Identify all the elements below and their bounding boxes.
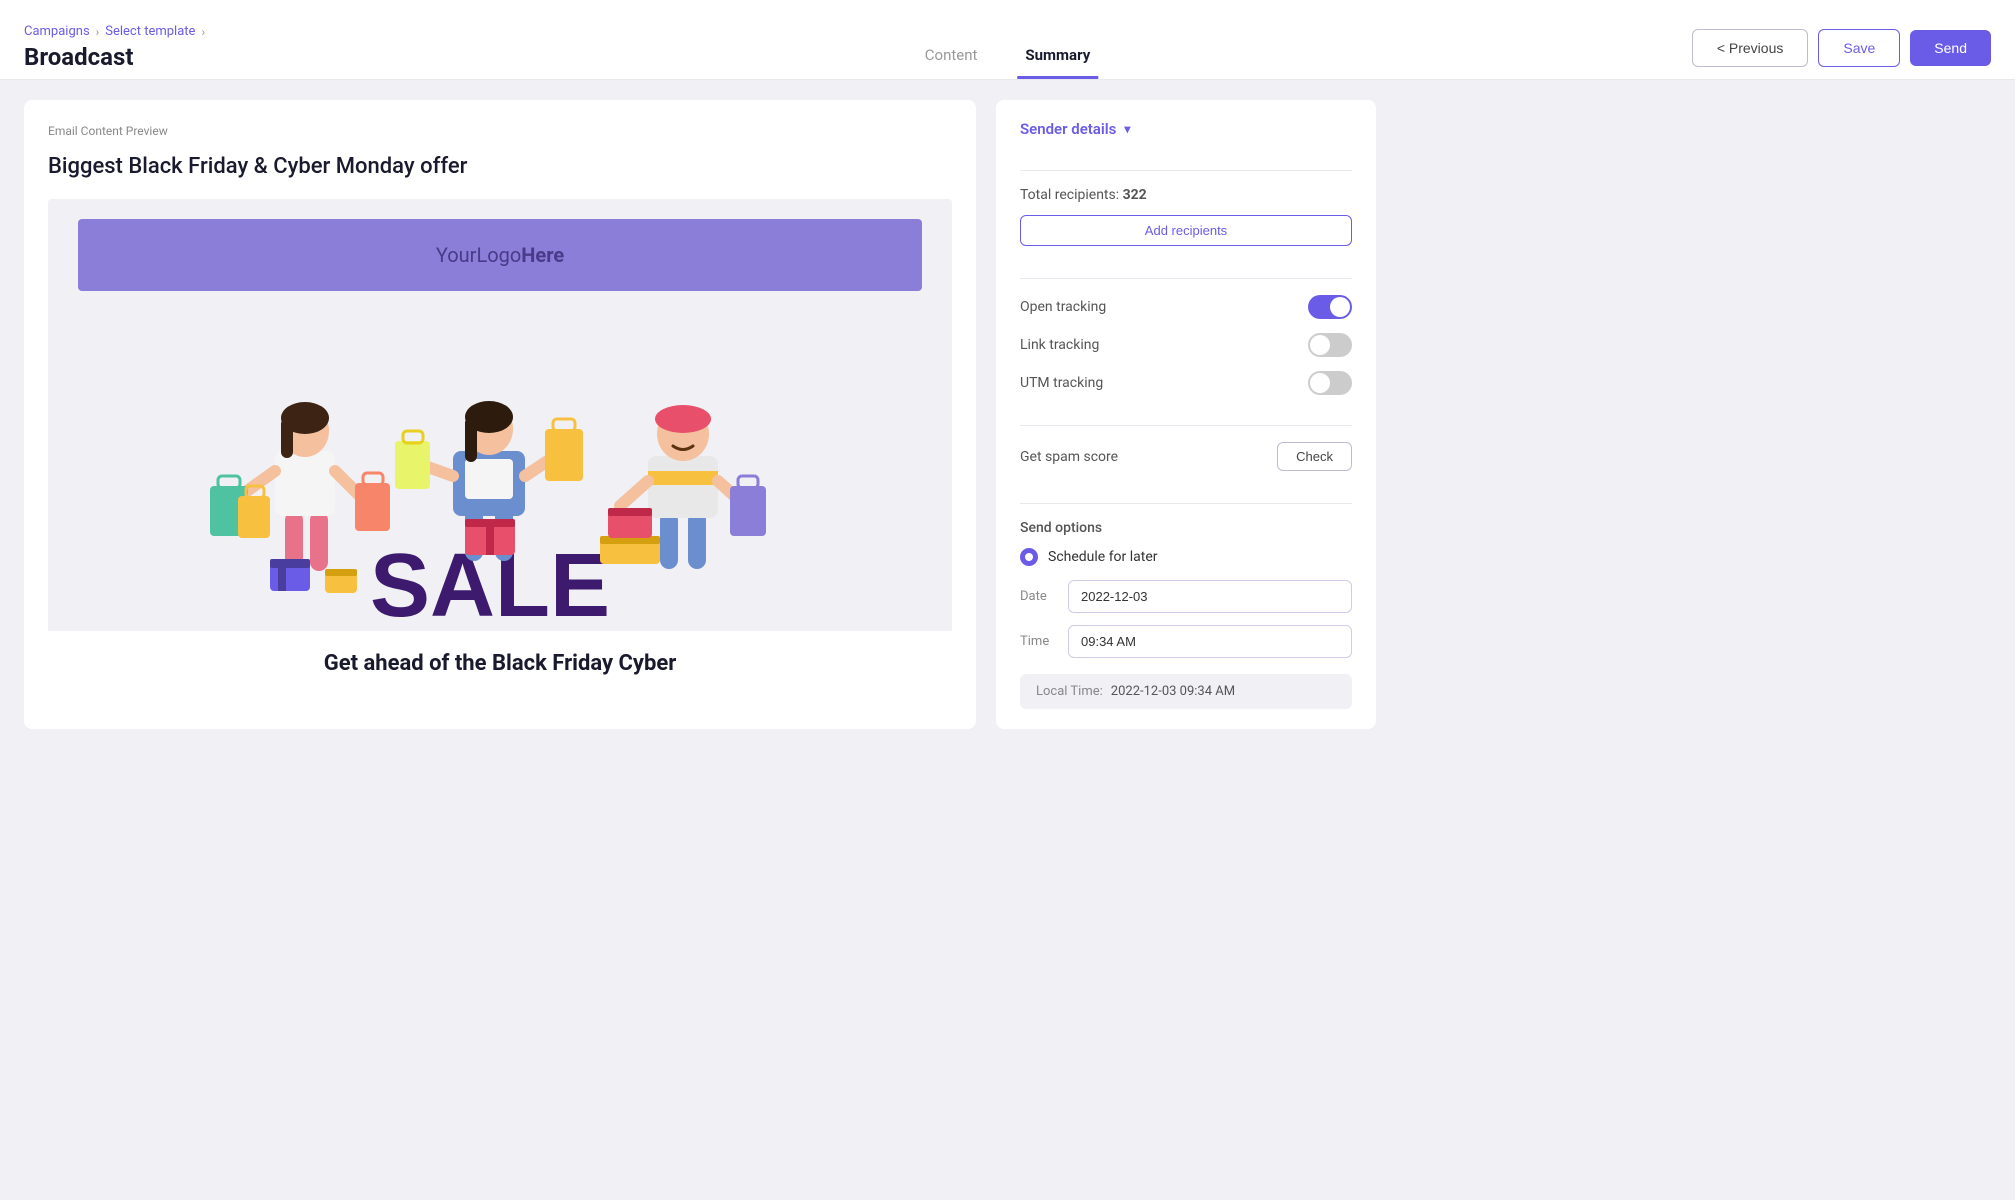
schedule-for-later-option[interactable]: Schedule for later: [1020, 548, 1352, 566]
logo-text: YourLogoHere: [436, 243, 564, 267]
logo-part1: YourLogo: [436, 243, 521, 267]
sender-details-label: Sender details: [1020, 120, 1116, 138]
logo-part2: Here: [521, 243, 564, 267]
header-actions: < Previous Save Send: [1692, 29, 1991, 79]
utm-tracking-toggle[interactable]: [1308, 371, 1352, 395]
figure-left: [210, 402, 390, 571]
breadcrumb-select-template[interactable]: Select template: [105, 24, 195, 39]
link-tracking-toggle[interactable]: [1308, 333, 1352, 357]
spam-score-row: Get spam score Check: [1020, 442, 1352, 471]
divider-2: [1020, 278, 1352, 279]
add-recipients-button[interactable]: Add recipients: [1020, 215, 1352, 246]
divider-1: [1020, 170, 1352, 171]
local-time-label: Local Time:: [1036, 684, 1103, 699]
breadcrumb-sep2: ›: [201, 25, 205, 39]
local-time-value: 2022-12-03 09:34 AM: [1111, 684, 1235, 699]
utm-tracking-row: UTM tracking: [1020, 371, 1352, 395]
open-tracking-label: Open tracking: [1020, 299, 1106, 315]
link-tracking-row: Link tracking: [1020, 333, 1352, 357]
tab-content[interactable]: Content: [917, 34, 986, 79]
toggle-thumb-link: [1310, 335, 1330, 355]
open-tracking-row: Open tracking: [1020, 295, 1352, 319]
recipients-row: Total recipients: 322: [1020, 187, 1352, 203]
header-left: Campaigns › Select template › Broadcast: [24, 24, 205, 79]
local-time-box: Local Time: 2022-12-03 09:34 AM: [1020, 674, 1352, 709]
tab-summary[interactable]: Summary: [1017, 34, 1098, 79]
divider-3: [1020, 425, 1352, 426]
utm-tracking-label: UTM tracking: [1020, 375, 1103, 391]
breadcrumb-sep1: ›: [96, 25, 100, 39]
sidebar-panel: Sender details ▾ Total recipients: 322 A…: [996, 100, 1376, 729]
check-spam-button[interactable]: Check: [1277, 442, 1352, 471]
sale-illustration: SALE: [48, 291, 952, 631]
send-button[interactable]: Send: [1910, 30, 1991, 66]
sender-details-header[interactable]: Sender details ▾: [1020, 120, 1352, 138]
open-tracking-toggle[interactable]: [1308, 295, 1352, 319]
figure-right: [600, 405, 766, 569]
main-content: Email Content Preview Biggest Black Frid…: [0, 80, 1400, 749]
toggle-thumb-utm: [1310, 373, 1330, 393]
time-label: Time: [1020, 634, 1056, 649]
save-button[interactable]: Save: [1818, 29, 1900, 67]
email-bottom-text: Get ahead of the Black Friday Cyber: [48, 631, 952, 696]
header: Campaigns › Select template › Broadcast …: [0, 0, 2015, 80]
email-body: YourLogoHere SALE: [48, 199, 952, 696]
page-title: Broadcast: [24, 43, 205, 71]
email-preview-panel: Email Content Preview Biggest Black Frid…: [24, 100, 976, 729]
sale-svg: SALE: [78, 311, 922, 631]
schedule-later-label: Schedule for later: [1048, 549, 1158, 565]
send-options-label: Send options: [1020, 520, 1352, 536]
breadcrumb: Campaigns › Select template ›: [24, 24, 205, 39]
email-subject: Biggest Black Friday & Cyber Monday offe…: [48, 154, 952, 179]
radio-schedule-later: [1020, 548, 1038, 566]
breadcrumb-campaigns[interactable]: Campaigns: [24, 24, 90, 39]
time-input[interactable]: [1068, 625, 1352, 658]
date-label: Date: [1020, 589, 1056, 604]
tabs: Content Summary: [917, 34, 1098, 79]
recipients-label: Total recipients: 322: [1020, 187, 1147, 203]
toggle-thumb: [1330, 297, 1350, 317]
recipients-count: 322: [1123, 187, 1147, 203]
spam-score-label: Get spam score: [1020, 449, 1118, 465]
date-input[interactable]: [1068, 580, 1352, 613]
email-preview-label: Email Content Preview: [48, 124, 952, 138]
chevron-down-icon: ▾: [1124, 122, 1130, 136]
divider-4: [1020, 503, 1352, 504]
date-row: Date: [1020, 580, 1352, 613]
link-tracking-label: Link tracking: [1020, 337, 1099, 353]
email-logo-bar: YourLogoHere: [78, 219, 922, 291]
previous-button[interactable]: < Previous: [1692, 29, 1809, 67]
time-row: Time: [1020, 625, 1352, 658]
